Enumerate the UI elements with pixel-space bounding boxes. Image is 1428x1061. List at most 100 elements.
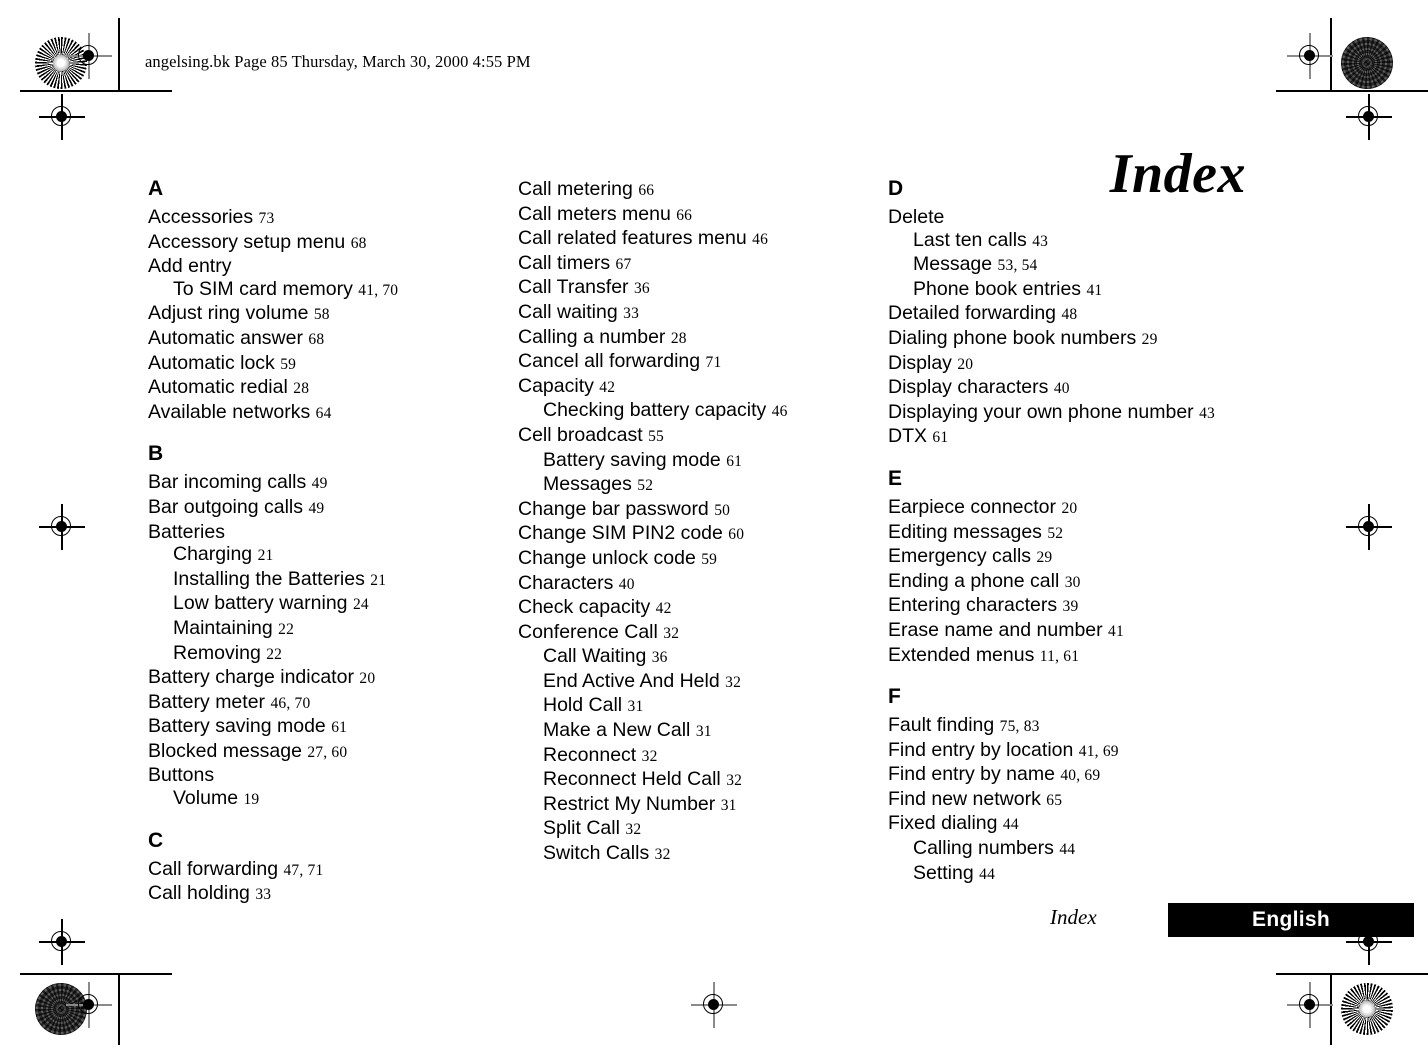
index-entry[interactable]: Accessory setup menu 68 bbox=[148, 231, 518, 256]
index-entry[interactable]: Battery saving mode 61 bbox=[148, 715, 518, 740]
index-entry-label: Call metering bbox=[518, 178, 633, 200]
index-entry[interactable]: Add entry bbox=[148, 255, 518, 278]
index-entry[interactable]: Battery charge indicator 20 bbox=[148, 666, 518, 691]
index-entry[interactable]: Battery meter 46, 70 bbox=[148, 691, 518, 716]
index-entry[interactable]: Find entry by name 40, 69 bbox=[888, 763, 1268, 788]
index-entry[interactable]: Fault finding 75, 83 bbox=[888, 714, 1268, 739]
index-entry[interactable]: Call waiting 33 bbox=[518, 301, 888, 326]
index-subentry[interactable]: Setting 44 bbox=[888, 862, 1268, 887]
index-entry-label: Adjust ring volume bbox=[148, 302, 309, 325]
index-entry[interactable]: Blocked message 27, 60 bbox=[148, 740, 518, 765]
index-subentry[interactable]: Battery saving mode 61 bbox=[518, 449, 888, 474]
index-entry[interactable]: Earpiece connector 20 bbox=[888, 496, 1268, 521]
index-subentry[interactable]: Reconnect 32 bbox=[518, 744, 888, 769]
index-entry[interactable]: Editing messages 52 bbox=[888, 521, 1268, 546]
index-entry[interactable]: Automatic redial 28 bbox=[148, 376, 518, 401]
index-entry[interactable]: Check capacity 42 bbox=[518, 596, 888, 621]
index-entry[interactable]: Call timers 67 bbox=[518, 252, 888, 277]
index-entry[interactable]: Entering characters 39 bbox=[888, 594, 1268, 619]
index-entry[interactable]: Automatic answer 68 bbox=[148, 327, 518, 352]
index-entry[interactable]: Call metering 66 bbox=[518, 178, 888, 203]
index-entry-page-numbers: 58 bbox=[313, 306, 330, 324]
index-entry[interactable]: Call meters menu 66 bbox=[518, 203, 888, 228]
index-entry[interactable]: Ending a phone call 30 bbox=[888, 570, 1268, 595]
index-entry[interactable]: Capacity 42 bbox=[518, 375, 888, 400]
index-entry[interactable]: Erase name and number 41 bbox=[888, 619, 1268, 644]
index-subentry[interactable]: Checking battery capacity 46 bbox=[518, 399, 888, 424]
index-subentry[interactable]: Calling numbers 44 bbox=[888, 837, 1268, 862]
index-subentry[interactable]: Installing the Batteries 21 bbox=[148, 568, 518, 593]
index-entry[interactable]: Available networks 64 bbox=[148, 401, 518, 426]
index-entry[interactable]: Change SIM PIN2 code 60 bbox=[518, 522, 888, 547]
index-subentry[interactable]: Restrict My Number 31 bbox=[518, 793, 888, 818]
index-entry[interactable]: Detailed forwarding 48 bbox=[888, 302, 1268, 327]
index-entry[interactable]: Dialing phone book numbers 29 bbox=[888, 327, 1268, 352]
index-entry[interactable]: Accessories 73 bbox=[148, 206, 518, 231]
index-entry-label: Setting bbox=[913, 861, 974, 884]
index-subentry[interactable]: Reconnect Held Call 32 bbox=[518, 768, 888, 793]
index-subentry[interactable]: Charging 21 bbox=[148, 543, 518, 568]
index-entry[interactable]: Delete bbox=[888, 206, 1268, 229]
index-entry[interactable]: Characters 40 bbox=[518, 572, 888, 597]
index-entry-page-numbers: 39 bbox=[1062, 598, 1079, 616]
index-entry[interactable]: Change unlock code 59 bbox=[518, 547, 888, 572]
index-entry[interactable]: Buttons bbox=[148, 764, 518, 787]
index-entry-label: Battery saving mode bbox=[148, 715, 326, 738]
crop-line-bottom-right-horizontal bbox=[1276, 973, 1428, 975]
index-subentry[interactable]: Low battery warning 24 bbox=[148, 592, 518, 617]
index-entry[interactable]: Display 20 bbox=[888, 352, 1268, 377]
index-entry[interactable]: Display characters 40 bbox=[888, 376, 1268, 401]
index-entry-page-numbers: 43 bbox=[1199, 404, 1216, 422]
index-entry-page-numbers: 59 bbox=[280, 355, 297, 373]
index-entry[interactable]: Call related features menu 46 bbox=[518, 227, 888, 252]
crop-line-bottom-left-vertical bbox=[118, 975, 120, 1045]
index-entry[interactable]: DTX 61 bbox=[888, 425, 1268, 450]
index-subentry[interactable]: End Active And Held 32 bbox=[518, 670, 888, 695]
index-subentry[interactable]: Call Waiting 36 bbox=[518, 645, 888, 670]
index-subentry[interactable]: Switch Calls 32 bbox=[518, 842, 888, 867]
index-entry[interactable]: Extended menus 11, 61 bbox=[888, 644, 1268, 669]
index-entry[interactable]: Bar outgoing calls 49 bbox=[148, 496, 518, 521]
index-entry-page-numbers: 75, 83 bbox=[999, 718, 1040, 736]
index-subentry[interactable]: Last ten calls 43 bbox=[888, 229, 1268, 254]
index-entry[interactable]: Emergency calls 29 bbox=[888, 545, 1268, 570]
index-entry-page-numbers: 41, 70 bbox=[358, 281, 399, 299]
index-subentry[interactable]: Message 53, 54 bbox=[888, 253, 1268, 278]
index-subentry[interactable]: Maintaining 22 bbox=[148, 617, 518, 642]
index-entry-page-numbers: 44 bbox=[979, 865, 996, 883]
index-entry[interactable]: Bar incoming calls 49 bbox=[148, 471, 518, 496]
index-entry[interactable]: Find entry by location 41, 69 bbox=[888, 739, 1268, 764]
index-entry-label: Calling a number bbox=[518, 325, 666, 348]
index-entry[interactable]: Automatic lock 59 bbox=[148, 352, 518, 377]
index-subentry[interactable]: Volume 19 bbox=[148, 787, 518, 812]
index-entry[interactable]: Calling a number 28 bbox=[518, 326, 888, 351]
index-subentry[interactable]: Split Call 32 bbox=[518, 817, 888, 842]
index-entry[interactable]: Call holding 33 bbox=[148, 882, 518, 907]
index-entry[interactable]: Displaying your own phone number 43 bbox=[888, 401, 1268, 426]
index-entry[interactable]: Adjust ring volume 58 bbox=[148, 302, 518, 327]
index-entry-label: Fault finding bbox=[888, 714, 995, 737]
index-subentry[interactable]: Messages 52 bbox=[518, 473, 888, 498]
index-subentry[interactable]: Make a New Call 31 bbox=[518, 719, 888, 744]
index-entry[interactable]: Conference Call 32 bbox=[518, 621, 888, 646]
index-entry-page-numbers: 32 bbox=[625, 821, 642, 839]
index-subentry[interactable]: Hold Call 31 bbox=[518, 694, 888, 719]
index-entry[interactable]: Change bar password 50 bbox=[518, 498, 888, 523]
index-entry[interactable]: Call forwarding 47, 71 bbox=[148, 858, 518, 883]
index-subentry[interactable]: Phone book entries 41 bbox=[888, 278, 1268, 303]
starburst-resolution-target-bottom-right bbox=[1341, 983, 1393, 1035]
index-entry-page-numbers: 50 bbox=[714, 501, 731, 519]
index-entry-label: Charging bbox=[173, 543, 253, 566]
index-entry[interactable]: Batteries bbox=[148, 521, 518, 544]
index-entry[interactable]: Cell broadcast 55 bbox=[518, 424, 888, 449]
index-entry-page-numbers: 68 bbox=[350, 234, 367, 252]
registration-mark-bottom-right bbox=[1287, 982, 1333, 1028]
index-entry[interactable]: Fixed dialing 44 bbox=[888, 812, 1268, 837]
index-subentry[interactable]: Removing 22 bbox=[148, 642, 518, 667]
index-entry[interactable]: Find new network 65 bbox=[888, 788, 1268, 813]
index-entry-label: Find new network bbox=[888, 787, 1041, 810]
crop-line-top-right-vertical bbox=[1330, 18, 1332, 90]
index-entry[interactable]: Cancel all forwarding 71 bbox=[518, 350, 888, 375]
index-entry[interactable]: Call Transfer 36 bbox=[518, 276, 888, 301]
index-subentry[interactable]: To SIM card memory 41, 70 bbox=[148, 278, 518, 303]
